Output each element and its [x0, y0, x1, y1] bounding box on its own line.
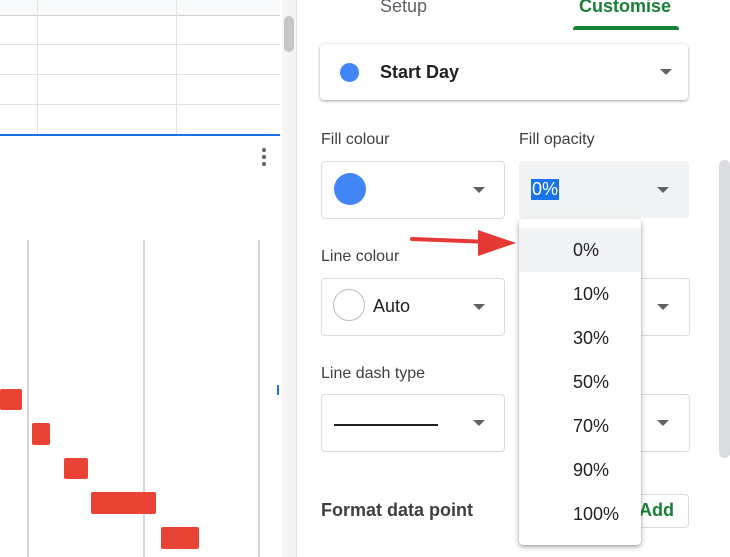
chevron-down-icon — [473, 420, 485, 426]
chart-more-options-icon[interactable] — [256, 146, 272, 172]
grid-column-line — [176, 0, 177, 135]
chevron-down-icon — [657, 304, 669, 310]
chevron-down-icon — [473, 187, 485, 193]
menu-item-30[interactable]: 30% — [519, 316, 641, 360]
chart-editor-panel: Setup Customise Start Day Fill colour Fi… — [297, 0, 730, 557]
line-colour-label: Line colour — [321, 248, 400, 265]
line-colour-picker[interactable]: Auto — [321, 278, 505, 336]
chart-bar — [64, 458, 88, 479]
fill-opacity-menu: 0% 10% 30% 50% 70% 90% 100% — [519, 219, 641, 545]
chart-bar — [32, 423, 50, 445]
fill-colour-swatch — [334, 173, 366, 205]
format-data-point-label: Format data point — [321, 500, 473, 520]
sheet-scrollbar-track[interactable] — [282, 0, 296, 557]
active-tab-indicator — [573, 26, 679, 30]
grid-row-line — [0, 74, 280, 75]
annotation-arrow-icon — [410, 230, 516, 256]
chevron-down-icon — [657, 420, 669, 426]
line-colour-value: Auto — [373, 296, 411, 316]
resize-handle[interactable] — [277, 385, 279, 395]
menu-item-10[interactable]: 10% — [519, 272, 641, 316]
grid-row-line — [0, 44, 280, 45]
panel-scrollbar-thumb[interactable] — [719, 160, 730, 458]
chart-bar — [0, 389, 22, 410]
chart-bar — [91, 492, 156, 514]
tab-setup[interactable]: Setup — [380, 0, 427, 17]
solid-line-preview — [334, 424, 438, 426]
chart-gridline — [27, 240, 29, 557]
column-header-row — [0, 0, 280, 16]
menu-item-100[interactable]: 100% — [519, 492, 641, 536]
add-button-label: Add — [639, 500, 674, 520]
sheet-scrollbar-thumb[interactable] — [284, 16, 294, 52]
chart-bar — [161, 527, 199, 549]
chart-gridline — [258, 240, 260, 557]
line-dash-type-label: Line dash type — [321, 365, 426, 382]
chevron-down-icon — [473, 304, 485, 310]
fill-colour-picker[interactable] — [321, 161, 505, 219]
line-dash-type-select[interactable] — [321, 394, 505, 452]
menu-item-90[interactable]: 90% — [519, 448, 641, 492]
menu-item-70[interactable]: 70% — [519, 404, 641, 448]
menu-item-0[interactable]: 0% — [519, 228, 641, 272]
series-color-dot — [340, 63, 359, 82]
chart-selection-border — [0, 134, 280, 136]
series-selected-label: Start Day — [380, 62, 460, 82]
tab-customise[interactable]: Customise — [579, 0, 671, 17]
grid-column-line — [37, 0, 38, 135]
fill-opacity-label: Fill opacity — [519, 131, 595, 148]
sheet-area — [0, 0, 280, 557]
auto-colour-swatch — [333, 289, 365, 321]
fill-opacity-value: 0% — [531, 179, 560, 200]
menu-item-50[interactable]: 50% — [519, 360, 641, 404]
fill-opacity-select[interactable]: 0% — [519, 161, 689, 218]
chevron-down-icon — [657, 187, 669, 193]
grid-row-line — [0, 104, 280, 105]
chevron-down-icon — [660, 69, 672, 75]
series-select[interactable]: Start Day — [320, 44, 688, 100]
fill-colour-label: Fill colour — [321, 131, 390, 148]
